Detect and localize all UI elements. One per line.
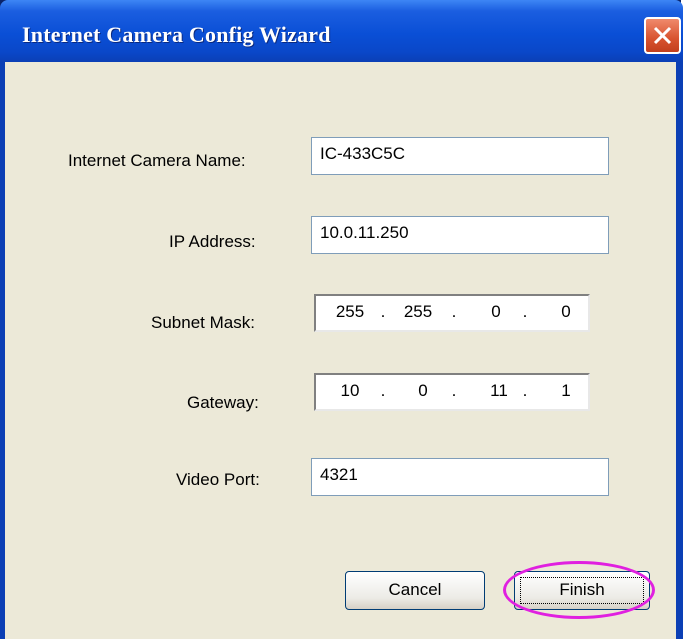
cancel-button-label: Cancel [388,580,442,599]
window-frame-right [676,62,683,639]
close-button[interactable] [644,17,681,54]
camera-name-label: Internet Camera Name: [68,151,246,170]
close-icon [653,26,672,45]
camera-name-value: IC-433C5C [320,144,406,163]
octet-separator: . [451,381,457,400]
gateway-octet-4[interactable]: 1 [546,381,586,401]
dialog-window: Internet Camera Config Wizard Internet C… [0,0,683,639]
gateway-octet-3[interactable]: 11 [479,381,519,401]
window-title: Internet Camera Config Wizard [22,22,331,47]
octet-separator: . [522,302,528,321]
title-bar[interactable]: Internet Camera Config Wizard [0,0,683,62]
ip-address-value: 10.0.11.250 [320,223,409,242]
video-port-input[interactable]: 4321 [311,458,609,496]
video-port-label: Video Port: [176,470,260,489]
octet-separator: . [380,302,386,321]
gateway-label: Gateway: [187,393,259,412]
gateway-octet-1[interactable]: 10 [330,381,370,401]
ip-address-input[interactable]: 10.0.11.250 [311,216,609,254]
octet-separator: . [522,381,528,400]
octet-separator: . [380,381,386,400]
subnet-octet-1[interactable]: 255 [330,302,370,322]
subnet-octet-2[interactable]: 255 [398,302,438,322]
subnet-mask-input[interactable]: 255 . 255 . 0 . 0 [314,294,590,332]
gateway-octet-2[interactable]: 0 [403,381,443,401]
ip-address-label: IP Address: [169,232,256,251]
finish-highlight-ellipse [503,561,655,619]
subnet-mask-label: Subnet Mask: [151,313,255,332]
gateway-input[interactable]: 10 . 0 . 11 . 1 [314,373,590,411]
camera-name-input[interactable]: IC-433C5C [311,137,609,175]
video-port-value: 4321 [320,465,358,484]
octet-separator: . [451,302,457,321]
cancel-button[interactable]: Cancel [345,571,485,610]
subnet-octet-4[interactable]: 0 [546,302,586,322]
subnet-octet-3[interactable]: 0 [476,302,516,322]
